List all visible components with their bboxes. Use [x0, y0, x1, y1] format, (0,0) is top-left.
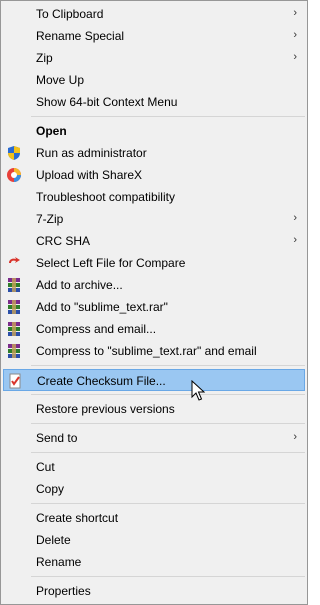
menu-item-create-shortcut[interactable]: Create shortcut	[3, 507, 305, 529]
menu-item-label: Open	[36, 124, 67, 138]
submenu-arrow-icon: ›	[293, 7, 297, 19]
menu-separator	[31, 116, 305, 117]
menu-separator	[31, 452, 305, 453]
menu-item-label: Copy	[36, 482, 65, 496]
menu-item-zip[interactable]: Zip ›	[3, 47, 305, 69]
winrar-icon	[8, 322, 20, 336]
shield-icon	[8, 146, 20, 160]
menu-item-add-to-archive[interactable]: Add to archive...	[3, 274, 305, 296]
menu-item-label: Restore previous versions	[36, 402, 175, 416]
checksum-icon	[9, 373, 21, 389]
menu-item-show-64bit-context-menu[interactable]: Show 64-bit Context Menu	[3, 91, 305, 113]
menu-item-label: Add to archive...	[36, 278, 123, 292]
menu-item-select-left-file-for-compare[interactable]: Select Left File for Compare	[3, 252, 305, 274]
menu-separator	[31, 576, 305, 577]
menu-item-cut[interactable]: Cut	[3, 456, 305, 478]
menu-item-crc-sha[interactable]: CRC SHA ›	[3, 230, 305, 252]
menu-item-label: Create Checksum File...	[37, 374, 166, 388]
menu-item-label: Zip	[36, 51, 53, 65]
context-menu: To Clipboard › Rename Special › Zip › Mo…	[0, 0, 308, 605]
menu-item-label: Troubleshoot compatibility	[36, 190, 175, 204]
menu-item-add-to-rar[interactable]: Add to "sublime_text.rar"	[3, 296, 305, 318]
compare-icon	[9, 257, 20, 263]
mouse-cursor-icon	[191, 380, 205, 401]
menu-item-delete[interactable]: Delete	[3, 529, 305, 551]
menu-item-properties[interactable]: Properties	[3, 580, 305, 602]
submenu-arrow-icon: ›	[293, 431, 297, 443]
menu-item-label: Compress to "sublime_text.rar" and email	[36, 344, 257, 358]
winrar-icon	[8, 344, 20, 358]
submenu-arrow-icon: ›	[293, 51, 297, 63]
submenu-arrow-icon: ›	[293, 212, 297, 224]
menu-item-label: Send to	[36, 431, 78, 445]
menu-separator	[31, 394, 305, 395]
menu-item-label: Properties	[36, 584, 91, 598]
menu-separator	[31, 503, 305, 504]
submenu-arrow-icon: ›	[293, 234, 297, 246]
menu-item-label: Run as administrator	[36, 146, 147, 160]
menu-separator	[31, 423, 305, 424]
menu-separator	[31, 365, 305, 366]
menu-item-open[interactable]: Open	[3, 120, 305, 142]
menu-item-label: Rename	[36, 555, 82, 569]
menu-item-label: Rename Special	[36, 29, 125, 43]
menu-item-label: Cut	[36, 460, 55, 474]
menu-item-create-checksum-file[interactable]: Create Checksum File...	[3, 369, 305, 391]
menu-item-label: Compress and email...	[36, 322, 157, 336]
menu-item-restore-previous-versions[interactable]: Restore previous versions	[3, 398, 305, 420]
sharex-icon	[7, 168, 21, 182]
winrar-icon	[8, 300, 20, 314]
menu-item-compress-to-rar-and-email[interactable]: Compress to "sublime_text.rar" and email	[3, 340, 305, 362]
winrar-icon	[8, 278, 20, 292]
menu-item-rename-special[interactable]: Rename Special ›	[3, 25, 305, 47]
menu-item-rename[interactable]: Rename	[3, 551, 305, 573]
menu-item-label: Select Left File for Compare	[36, 256, 186, 270]
menu-item-label: Create shortcut	[36, 511, 119, 525]
menu-item-label: Add to "sublime_text.rar"	[36, 300, 168, 314]
menu-item-move-up[interactable]: Move Up	[3, 69, 305, 91]
menu-item-label: Move Up	[36, 73, 85, 87]
menu-item-upload-with-sharex[interactable]: Upload with ShareX	[3, 164, 305, 186]
menu-item-7zip[interactable]: 7-Zip ›	[3, 208, 305, 230]
menu-item-label: Delete	[36, 533, 71, 547]
menu-item-copy[interactable]: Copy	[3, 478, 305, 500]
menu-item-label: To Clipboard	[36, 7, 104, 21]
menu-item-troubleshoot-compatibility[interactable]: Troubleshoot compatibility	[3, 186, 305, 208]
menu-item-run-as-administrator[interactable]: Run as administrator	[3, 142, 305, 164]
menu-item-label: CRC SHA	[36, 234, 91, 248]
menu-item-label: 7-Zip	[36, 212, 64, 226]
menu-item-to-clipboard[interactable]: To Clipboard ›	[3, 3, 305, 25]
submenu-arrow-icon: ›	[293, 29, 297, 41]
menu-item-send-to[interactable]: Send to ›	[3, 427, 305, 449]
menu-item-label: Show 64-bit Context Menu	[36, 95, 178, 109]
menu-item-label: Upload with ShareX	[36, 168, 143, 182]
menu-item-compress-and-email[interactable]: Compress and email...	[3, 318, 305, 340]
